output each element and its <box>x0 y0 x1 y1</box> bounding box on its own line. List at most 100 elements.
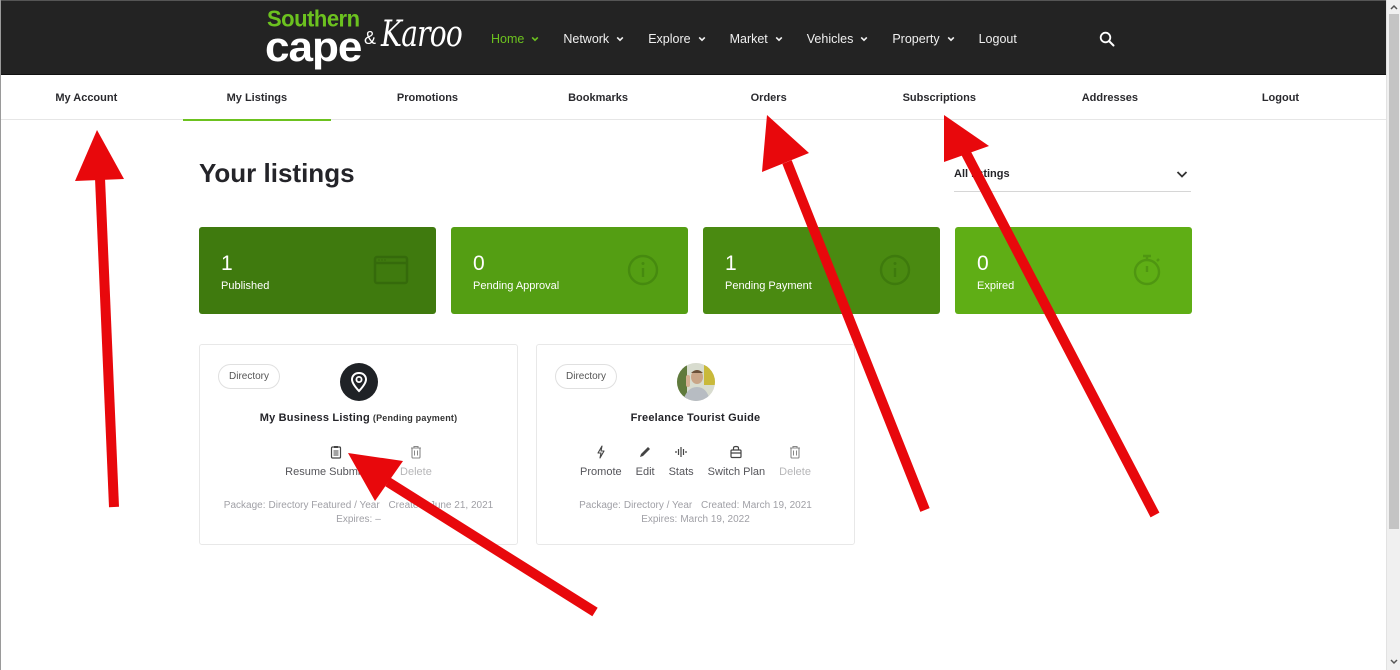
action-label: Switch Plan <box>707 466 766 478</box>
nav-item-label: Property <box>892 31 940 46</box>
action-label: Delete <box>400 466 432 478</box>
expires-label: Expires: <box>641 514 678 525</box>
listing-card: Directory Freelance Tourist Guide Promot… <box>536 344 855 545</box>
account-nav-label: Bookmarks <box>568 91 629 104</box>
stat-count: 0 <box>473 252 485 275</box>
account-nav-bookmarks[interactable]: Bookmarks <box>513 75 684 120</box>
nav-item-vehicles[interactable]: Vehicles <box>807 32 869 46</box>
browser-window-icon <box>373 255 409 285</box>
scroll-down-arrow-icon[interactable] <box>1387 656 1400 668</box>
logo-text-cape: cape <box>265 23 362 70</box>
nav-item-logout[interactable]: Logout <box>979 32 1017 46</box>
category-badge[interactable]: Directory <box>218 364 281 389</box>
chevron-down-icon <box>947 36 954 41</box>
listing-status: (Pending payment) <box>372 413 458 423</box>
info-circle-icon <box>879 254 911 286</box>
stat-published[interactable]: 1 Published <box>199 227 436 314</box>
site-header: Southern cape & Karoo Home Network Explo… <box>1 0 1387 75</box>
package-label: Package: <box>223 500 266 511</box>
stat-expired[interactable]: 0 Expired <box>955 227 1192 314</box>
info-circle-icon <box>627 254 659 286</box>
action-label: Delete <box>779 466 811 478</box>
action-label: Promote <box>580 466 622 478</box>
action-label: Stats <box>668 466 694 478</box>
account-nav-label: My Account <box>55 91 118 104</box>
stat-label: Published <box>221 280 270 292</box>
stat-pending-payment[interactable]: 1 Pending Payment <box>703 227 940 314</box>
site-logo[interactable]: Southern cape & Karoo <box>265 7 463 70</box>
created-label: Created: <box>388 500 427 511</box>
account-nav-promotions[interactable]: Promotions <box>342 75 513 120</box>
listing-meta: Package: Directory / Year Created: March 1… <box>537 499 854 527</box>
listing-stats: 1 Published 0 Pending Approval 1 Pending… <box>199 227 1192 314</box>
listing-title[interactable]: My Business Listing (Pending payment) <box>200 412 517 424</box>
map-pin-icon <box>340 363 378 401</box>
created-label: Created: <box>701 500 740 511</box>
resume-submission-button[interactable]: Resume Submission <box>285 445 386 478</box>
stat-label: Expired <box>977 280 1015 292</box>
nav-item-label: Logout <box>978 31 1017 46</box>
created-value: June 21, 2021 <box>429 500 494 511</box>
switch-plan-button[interactable]: Switch Plan <box>708 445 765 478</box>
listing-filter-select[interactable]: All listings <box>954 160 1191 192</box>
stat-count: 1 <box>221 252 233 275</box>
stat-count: 0 <box>977 252 989 275</box>
stat-pending-approval[interactable]: 0 Pending Approval <box>451 227 688 314</box>
expires-label: Expires: <box>336 514 373 525</box>
category-badge[interactable]: Directory <box>555 364 618 389</box>
account-nav-label: Promotions <box>396 91 459 104</box>
chevron-down-icon <box>698 36 705 41</box>
bag-icon <box>730 445 743 459</box>
account-nav-subscriptions[interactable]: Subscriptions <box>854 75 1025 120</box>
account-nav-label: My Listings <box>226 91 288 104</box>
listing-name: Freelance Tourist Guide <box>630 412 761 424</box>
listing-meta: Package: Directory Featured / Year Create… <box>200 499 517 527</box>
nav-item-network[interactable]: Network <box>563 32 624 46</box>
account-nav-orders[interactable]: Orders <box>683 75 854 120</box>
nav-item-label: Explore <box>648 31 691 46</box>
action-label: Resume Submission <box>285 466 387 478</box>
account-nav-label: Subscriptions <box>902 91 976 104</box>
main-nav: Home Network Explore Market Vehicles Pro… <box>491 1 1041 76</box>
nav-item-explore[interactable]: Explore <box>648 32 705 46</box>
nav-item-label: Vehicles <box>806 31 854 46</box>
account-nav-label: Orders <box>750 91 787 104</box>
stats-button[interactable]: Stats <box>669 445 694 478</box>
logo-text-ampersand: & <box>364 28 377 48</box>
scrollbar-thumb[interactable] <box>1389 14 1399 529</box>
trash-icon <box>790 445 801 459</box>
vertical-scrollbar[interactable] <box>1386 0 1400 670</box>
trash-icon <box>410 445 421 459</box>
nav-item-home[interactable]: Home <box>491 32 539 46</box>
edit-button[interactable]: Edit <box>636 445 655 478</box>
lightning-icon <box>597 445 605 459</box>
stopwatch-icon <box>1133 254 1161 286</box>
delete-button[interactable]: Delete <box>779 445 811 478</box>
page-title: Your listings <box>199 158 355 188</box>
clipboard-icon <box>330 446 341 459</box>
promote-button[interactable]: Promote <box>580 445 622 478</box>
delete-button[interactable]: Delete <box>400 445 432 478</box>
listing-actions: Resume Submission Delete <box>200 445 517 478</box>
stat-count: 1 <box>725 252 737 275</box>
nav-item-market[interactable]: Market <box>730 32 783 46</box>
chevron-down-icon <box>860 36 868 41</box>
created-value: March 19, 2021 <box>742 500 812 511</box>
account-nav-addresses[interactable]: Addresses <box>1025 75 1196 120</box>
logo-text-karoo: Karoo <box>381 14 463 55</box>
account-nav: My Account My Listings Promotions Bookma… <box>1 75 1387 121</box>
account-nav-my-account[interactable]: My Account <box>1 75 172 120</box>
scroll-up-arrow-icon[interactable] <box>1387 1 1400 13</box>
pencil-icon <box>640 447 651 457</box>
listing-actions: Promote Edit Stats Switch Plan Delete <box>537 445 854 478</box>
listing-filter-value: All listings <box>954 168 1010 180</box>
account-nav-logout[interactable]: Logout <box>1195 75 1366 120</box>
chevron-down-icon <box>775 36 783 41</box>
account-nav-label: Logout <box>1261 91 1300 104</box>
listing-title[interactable]: Freelance Tourist Guide <box>537 412 854 424</box>
nav-item-label: Market <box>729 31 768 46</box>
stat-label: Pending Approval <box>473 280 560 292</box>
search-icon[interactable] <box>1099 31 1115 47</box>
nav-item-property[interactable]: Property <box>892 32 954 46</box>
account-nav-my-listings[interactable]: My Listings <box>172 75 343 121</box>
